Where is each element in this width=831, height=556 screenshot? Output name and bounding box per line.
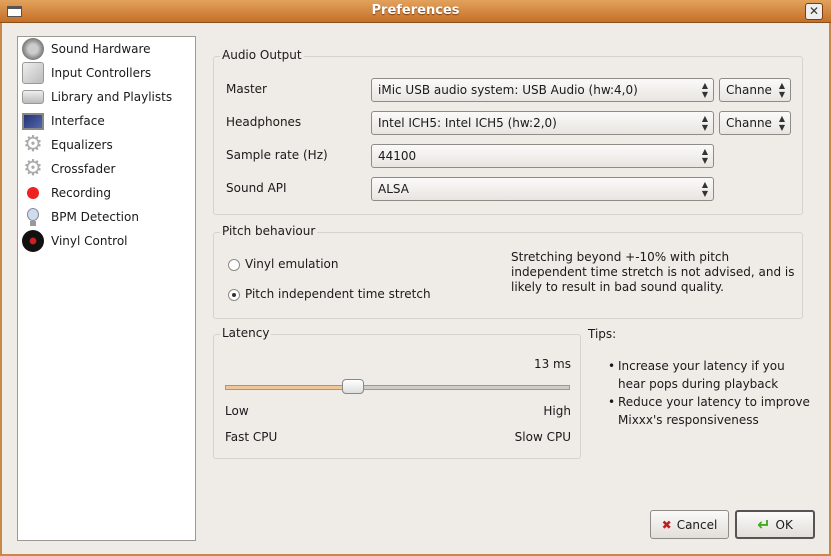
sound-api-select[interactable]: ALSA ▲ ▼ bbox=[371, 177, 714, 201]
high-label: High bbox=[543, 404, 571, 418]
tip-text: Increase your latency if you hear pops d… bbox=[618, 359, 785, 391]
headphones-channel-select[interactable]: Channe ▲ ▼ bbox=[719, 111, 791, 135]
select-value: Channe bbox=[726, 83, 772, 97]
monitor-icon bbox=[22, 112, 44, 130]
window-title: Preferences bbox=[371, 3, 460, 18]
tip-text: Reduce your latency to improve Mixxx's r… bbox=[618, 395, 810, 427]
latency-slider[interactable] bbox=[225, 379, 570, 394]
sidebar-item-bpm-detection[interactable]: BPM Detection bbox=[22, 205, 139, 229]
vinyl-icon bbox=[22, 230, 44, 252]
latency-value: 13 ms bbox=[533, 357, 571, 371]
sidebar-item-sound-hardware[interactable]: Sound Hardware bbox=[22, 37, 151, 61]
speaker-icon bbox=[22, 38, 44, 60]
master-device-select[interactable]: iMic USB audio system: USB Audio (hw:4,0… bbox=[371, 78, 714, 102]
updown-icon: ▲ ▼ bbox=[778, 114, 785, 132]
button-label: Cancel bbox=[676, 517, 718, 532]
gear-icon: ⚙ bbox=[23, 132, 43, 157]
headphones-device-select[interactable]: Intel ICH5: Intel ICH5 (hw:2,0) ▲ ▼ bbox=[371, 111, 714, 135]
sidebar-item-label: Vinyl Control bbox=[51, 234, 128, 248]
sample-rate-label: Sample rate (Hz) bbox=[226, 148, 328, 162]
select-value: 44100 bbox=[378, 149, 417, 163]
sidebar-item-label: Library and Playlists bbox=[51, 90, 173, 104]
tip-item: • Reduce your latency to improve Mixxx's … bbox=[608, 395, 810, 427]
sidebar-item-recording[interactable]: Recording bbox=[22, 181, 111, 205]
sidebar-item-interface[interactable]: Interface bbox=[22, 109, 105, 133]
sidebar-item-label: Sound Hardware bbox=[51, 42, 151, 56]
updown-icon: ▲ ▼ bbox=[701, 180, 708, 198]
updown-icon: ▲ ▼ bbox=[701, 81, 708, 99]
sidebar-item-vinyl-control[interactable]: Vinyl Control bbox=[22, 229, 128, 253]
bulb-icon bbox=[22, 206, 44, 228]
pitch-stretch-radio[interactable] bbox=[228, 289, 240, 301]
sidebar-item-label: BPM Detection bbox=[51, 210, 139, 224]
sidebar-item-label: Interface bbox=[51, 114, 105, 128]
button-label: OK bbox=[775, 517, 793, 532]
tips-list: • Increase your latency if you hear pops … bbox=[608, 357, 813, 429]
updown-icon: ▲ ▼ bbox=[778, 81, 785, 99]
controller-icon bbox=[22, 62, 44, 84]
drive-icon bbox=[22, 90, 44, 104]
close-button[interactable]: ✕ bbox=[805, 3, 823, 20]
group-title: Audio Output bbox=[220, 48, 304, 62]
group-title: Pitch behaviour bbox=[220, 224, 318, 238]
sidebar-item-library[interactable]: Library and Playlists bbox=[22, 85, 172, 109]
ok-button[interactable]: ↵ OK bbox=[735, 510, 815, 539]
cancel-button[interactable]: ✖ Cancel bbox=[650, 510, 729, 539]
sidebar-item-label: Recording bbox=[51, 186, 112, 200]
select-value: Channe bbox=[726, 116, 772, 130]
headphones-label: Headphones bbox=[226, 115, 302, 129]
sample-rate-select[interactable]: 44100 ▲ ▼ bbox=[371, 144, 714, 168]
tip-item: • Increase your latency if you hear pops … bbox=[608, 359, 785, 391]
latency-slider-fill bbox=[226, 386, 353, 389]
sidebar-item-label: Equalizers bbox=[51, 138, 113, 152]
cancel-icon: ✖ bbox=[661, 517, 672, 532]
gear-icon: ⚙ bbox=[23, 156, 43, 181]
master-label: Master bbox=[226, 82, 267, 96]
select-value: iMic USB audio system: USB Audio (hw:4,0… bbox=[378, 83, 638, 97]
fast-cpu-label: Fast CPU bbox=[225, 430, 278, 444]
ok-arrow-icon: ↵ bbox=[757, 515, 771, 534]
master-channel-select[interactable]: Channe ▲ ▼ bbox=[719, 78, 791, 102]
sidebar-item-input-controllers[interactable]: Input Controllers bbox=[22, 61, 151, 85]
slow-cpu-label: Slow CPU bbox=[514, 430, 571, 444]
pitch-warning-text: Stretching beyond +-10% with pitch indep… bbox=[511, 250, 795, 294]
sound-api-label: Sound API bbox=[226, 181, 287, 195]
updown-icon: ▲ ▼ bbox=[701, 147, 708, 165]
vinyl-emulation-radio[interactable] bbox=[228, 259, 240, 271]
sidebar-item-label: Input Controllers bbox=[51, 66, 152, 80]
group-title: Latency bbox=[220, 326, 272, 340]
pitch-stretch-label[interactable]: Pitch independent time stretch bbox=[245, 287, 431, 301]
preferences-sidebar[interactable]: Sound Hardware Input Controllers Library… bbox=[17, 36, 196, 541]
select-value: Intel ICH5: Intel ICH5 (hw:2,0) bbox=[378, 116, 557, 130]
updown-icon: ▲ ▼ bbox=[701, 114, 708, 132]
sidebar-item-equalizers[interactable]: ⚙ Equalizers bbox=[22, 133, 113, 157]
latency-slider-handle[interactable] bbox=[341, 379, 364, 394]
tips-title: Tips: bbox=[588, 327, 617, 341]
vinyl-emulation-label[interactable]: Vinyl emulation bbox=[245, 257, 339, 271]
record-icon bbox=[22, 182, 44, 204]
select-value: ALSA bbox=[378, 182, 409, 196]
low-label: Low bbox=[225, 404, 249, 418]
sidebar-item-crossfader[interactable]: ⚙ Crossfader bbox=[22, 157, 115, 181]
sidebar-item-label: Crossfader bbox=[51, 162, 116, 176]
title-bar[interactable]: Preferences ✕ bbox=[0, 0, 831, 23]
